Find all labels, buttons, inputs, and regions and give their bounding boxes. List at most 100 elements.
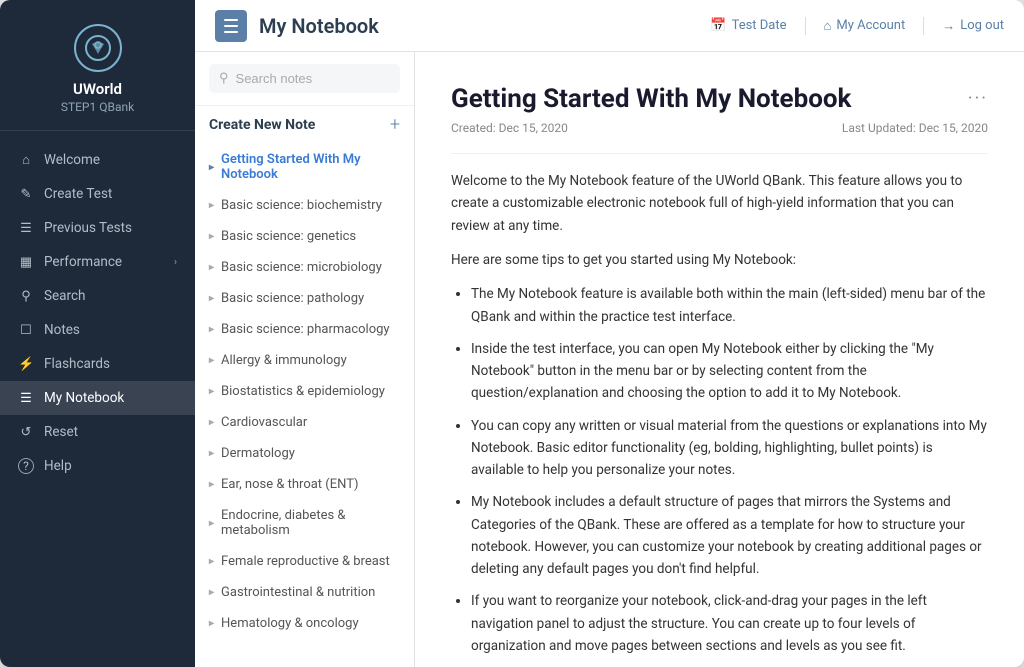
topbar-divider	[805, 17, 806, 35]
note-arrow-icon: ▸	[209, 587, 214, 598]
notes-search: ⚲	[195, 52, 414, 106]
doc-tips-heading: Here are some tips to get you started us…	[451, 249, 988, 271]
account-icon: ⌂	[824, 18, 832, 34]
content-area: ⚲ Create New Note + ▸ Getting Started Wi…	[195, 52, 1024, 667]
sidebar: UWorld STEP1 QBank ⌂ Welcome ✎ Create Te…	[0, 0, 195, 667]
menu-line	[224, 31, 238, 33]
note-arrow-icon: ▸	[209, 262, 214, 273]
note-arrow-icon: ▸	[209, 479, 214, 490]
previous-tests-icon: ☰	[18, 221, 34, 236]
doc-tip-3: You can copy any written or visual mater…	[471, 415, 988, 482]
doc-meta: Created: Dec 15, 2020 Last Updated: Dec …	[451, 121, 988, 135]
note-item-biochemistry[interactable]: ▸ Basic science: biochemistry	[195, 190, 414, 221]
note-item-genetics[interactable]: ▸ Basic science: genetics	[195, 221, 414, 252]
sidebar-item-my-notebook[interactable]: ☰ My Notebook	[0, 381, 195, 415]
app-name: UWorld	[73, 80, 122, 98]
notes-panel: ⚲ Create New Note + ▸ Getting Started Wi…	[195, 52, 415, 667]
add-note-button[interactable]: +	[390, 116, 400, 134]
doc-tip-4: My Notebook includes a default structure…	[471, 491, 988, 580]
calendar-icon: 📅	[710, 18, 726, 33]
doc-more-button[interactable]: ···	[968, 88, 988, 109]
performance-arrow: ›	[174, 257, 177, 268]
note-item-hematology[interactable]: ▸ Hematology & oncology	[195, 608, 414, 639]
main: My Notebook 📅 Test Date ⌂ My Account → L…	[195, 0, 1024, 667]
doc-last-updated: Last Updated: Dec 15, 2020	[842, 121, 988, 135]
note-item-endocrine[interactable]: ▸ Endocrine, diabetes & metabolism	[195, 500, 414, 546]
notes-header: Create New Note +	[195, 106, 414, 142]
note-arrow-icon: ▸	[209, 448, 214, 459]
search-icon: ⚲	[18, 289, 34, 304]
create-new-note-label: Create New Note	[209, 117, 315, 133]
menu-line	[224, 19, 238, 21]
sidebar-logo: UWorld STEP1 QBank	[0, 0, 195, 131]
doc-divider	[451, 153, 988, 154]
search-input-wrap: ⚲	[209, 64, 400, 93]
create-test-icon: ✎	[18, 187, 34, 202]
sidebar-item-flashcards[interactable]: ⚡ Flashcards	[0, 347, 195, 381]
my-account-label: My Account	[836, 18, 905, 33]
note-arrow-icon: ▸	[209, 231, 214, 242]
logout-label: Log out	[960, 18, 1004, 33]
sidebar-item-performance[interactable]: ▦ Performance ›	[0, 245, 195, 279]
sidebar-item-search[interactable]: ⚲ Search	[0, 279, 195, 313]
note-item-dermatology[interactable]: ▸ Dermatology	[195, 438, 414, 469]
reset-icon: ↺	[18, 425, 34, 440]
notebook-icon: ☰	[18, 391, 34, 406]
sidebar-nav: ⌂ Welcome ✎ Create Test ☰ Previous Tests…	[0, 131, 195, 667]
note-arrow-icon: ▸	[209, 200, 214, 211]
note-item-gi[interactable]: ▸ Gastrointestinal & nutrition	[195, 577, 414, 608]
note-item-pharmacology[interactable]: ▸ Basic science: pharmacology	[195, 314, 414, 345]
uworld-logo-icon	[74, 24, 122, 72]
document-area: Getting Started With My Notebook ··· Cre…	[415, 52, 1024, 667]
test-date-label: Test Date	[732, 18, 787, 33]
note-item-female-repro[interactable]: ▸ Female reproductive & breast	[195, 546, 414, 577]
doc-body: Welcome to the My Notebook feature of th…	[451, 170, 988, 667]
note-item-ent[interactable]: ▸ Ear, nose & throat (ENT)	[195, 469, 414, 500]
app-subname: STEP1 QBank	[61, 100, 134, 114]
note-arrow-icon: ▸	[209, 556, 214, 567]
notes-icon: ☐	[18, 323, 34, 338]
note-item-getting-started[interactable]: ▸ Getting Started With My Notebook	[195, 144, 414, 190]
help-icon: ?	[18, 458, 34, 474]
app-container: UWorld STEP1 QBank ⌂ Welcome ✎ Create Te…	[0, 0, 1024, 667]
notes-list: ▸ Getting Started With My Notebook ▸ Bas…	[195, 142, 414, 667]
sidebar-item-previous-tests[interactable]: ☰ Previous Tests	[0, 211, 195, 245]
menu-line	[224, 25, 238, 27]
logout-button[interactable]: → Log out	[942, 18, 1004, 34]
logout-icon: →	[942, 18, 955, 34]
doc-tips-list: The My Notebook feature is available bot…	[451, 283, 988, 667]
doc-tip-2: Inside the test interface, you can open …	[471, 338, 988, 405]
my-account-button[interactable]: ⌂ My Account	[824, 18, 906, 34]
search-icon-notes: ⚲	[219, 71, 229, 86]
doc-tip-1: The My Notebook feature is available bot…	[471, 283, 988, 328]
performance-icon: ▦	[18, 255, 34, 270]
note-arrow-icon: ▸	[209, 162, 214, 173]
topbar: My Notebook 📅 Test Date ⌂ My Account → L…	[195, 0, 1024, 52]
note-arrow-icon: ▸	[209, 293, 214, 304]
sidebar-item-reset[interactable]: ↺ Reset	[0, 415, 195, 449]
sidebar-item-notes[interactable]: ☐ Notes	[0, 313, 195, 347]
note-arrow-icon: ▸	[209, 518, 214, 529]
doc-intro: Welcome to the My Notebook feature of th…	[451, 170, 988, 237]
sidebar-item-help[interactable]: ? Help	[0, 449, 195, 483]
note-item-biostatistics[interactable]: ▸ Biostatistics & epidemiology	[195, 376, 414, 407]
note-arrow-icon: ▸	[209, 386, 214, 397]
note-arrow-icon: ▸	[209, 618, 214, 629]
home-icon: ⌂	[18, 152, 34, 168]
menu-button[interactable]	[215, 10, 247, 42]
topbar-divider2	[923, 17, 924, 35]
search-notes-input[interactable]	[236, 71, 390, 86]
topbar-actions: 📅 Test Date ⌂ My Account → Log out	[710, 17, 1004, 35]
note-item-cardiovascular[interactable]: ▸ Cardiovascular	[195, 407, 414, 438]
doc-title-row: Getting Started With My Notebook ···	[451, 84, 988, 115]
test-date-button[interactable]: 📅 Test Date	[710, 18, 786, 33]
page-title: My Notebook	[259, 14, 379, 38]
note-arrow-icon: ▸	[209, 324, 214, 335]
sidebar-item-create-test[interactable]: ✎ Create Test	[0, 177, 195, 211]
sidebar-item-welcome[interactable]: ⌂ Welcome	[0, 143, 195, 177]
doc-title: Getting Started With My Notebook	[451, 84, 851, 115]
note-item-microbiology[interactable]: ▸ Basic science: microbiology	[195, 252, 414, 283]
note-item-allergy[interactable]: ▸ Allergy & immunology	[195, 345, 414, 376]
note-item-pathology[interactable]: ▸ Basic science: pathology	[195, 283, 414, 314]
doc-tip-5: If you want to reorganize your notebook,…	[471, 590, 988, 657]
